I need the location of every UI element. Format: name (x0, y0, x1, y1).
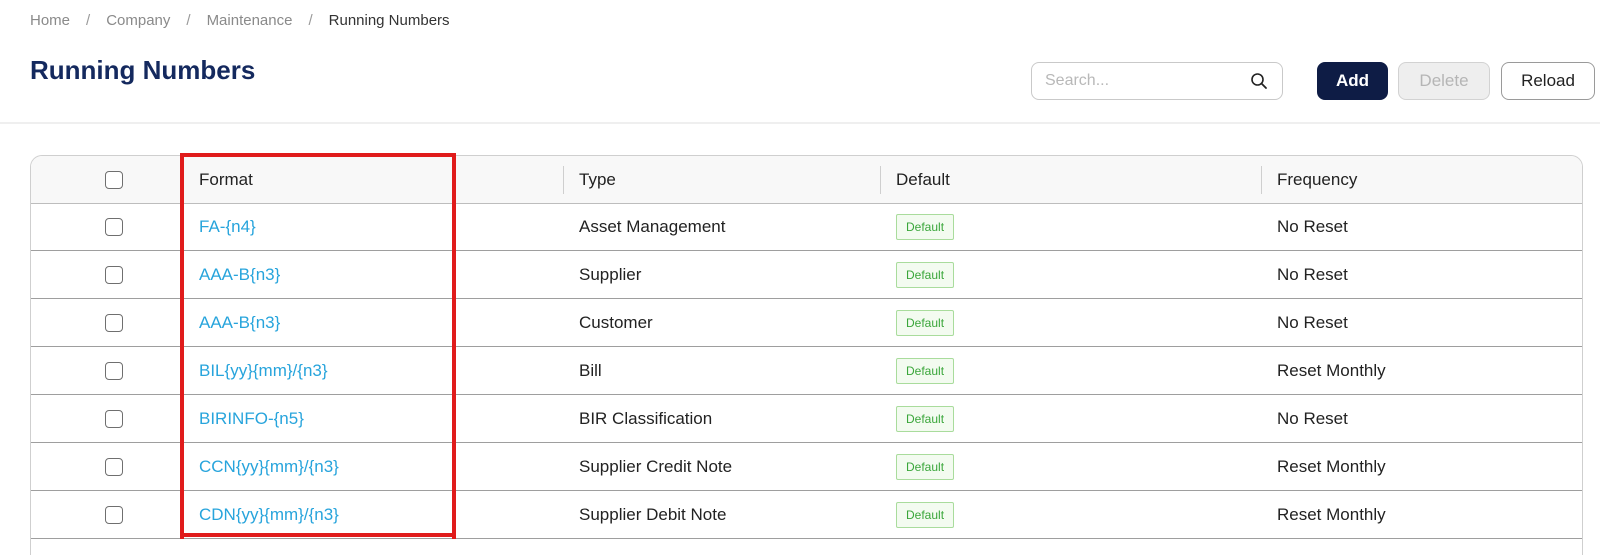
add-button[interactable]: Add (1317, 62, 1388, 100)
row-checkbox[interactable] (105, 457, 123, 476)
search-box[interactable] (1031, 62, 1283, 100)
breadcrumb-separator: / (308, 11, 313, 29)
breadcrumb-separator: / (186, 11, 191, 29)
table-row[interactable]: AAA-B{n3} Customer Default No Reset (31, 299, 1582, 347)
header-divider (0, 122, 1600, 124)
row-select-cell (101, 203, 127, 250)
column-header-frequency-label: Frequency (1277, 169, 1358, 189)
breadcrumb-separator: / (86, 11, 91, 29)
default-cell: Default (896, 347, 1277, 394)
format-cell: AAA-B{n3} (199, 299, 579, 346)
table-row[interactable]: BIL{yy}{mm}/{n3} Bill Default Reset Mont… (31, 347, 1582, 395)
table-header-row: Format Type Default Frequency (31, 156, 1582, 204)
row-checkbox[interactable] (105, 313, 123, 332)
default-badge: Default (896, 309, 955, 336)
row-checkbox[interactable] (105, 361, 123, 380)
delete-button[interactable]: Delete (1398, 62, 1490, 100)
column-header-format[interactable]: Format (199, 156, 579, 203)
row-select-cell (101, 491, 127, 538)
format-cell: AAA-B{n3} (199, 251, 579, 298)
column-header-default-label: Default (896, 169, 950, 189)
breadcrumb-home[interactable]: Home (30, 12, 70, 29)
default-cell: Default (896, 395, 1277, 442)
column-header-format-label: Format (199, 169, 253, 189)
format-cell: BIRINFO-{n5} (199, 395, 579, 442)
format-link[interactable]: CCN{yy}{mm}/{n3} (199, 457, 339, 477)
type-cell: Bill (579, 360, 602, 380)
table-row[interactable]: AAA-B{n3} Supplier Default No Reset (31, 251, 1582, 299)
row-select-cell (101, 299, 127, 346)
table-row[interactable]: CCN{yy}{mm}/{n3} Supplier Credit Note De… (31, 443, 1582, 491)
default-cell: Default (896, 251, 1277, 298)
default-cell: Default (896, 491, 1277, 538)
type-cell: Supplier (579, 264, 642, 284)
table-row[interactable]: BIRINFO-{n5} BIR Classification Default … (31, 395, 1582, 443)
format-cell: FA-{n4} (199, 203, 579, 250)
frequency-cell: Reset Monthly (1277, 456, 1386, 476)
row-checkbox[interactable] (105, 409, 123, 428)
default-badge: Default (896, 357, 955, 384)
table-row[interactable]: CDN{yy}{mm}/{n3} Supplier Debit Note Def… (31, 491, 1582, 539)
breadcrumb-company[interactable]: Company (106, 12, 170, 29)
column-resize-handle[interactable] (880, 166, 881, 194)
format-link[interactable]: CDN{yy}{mm}/{n3} (199, 505, 339, 525)
frequency-cell: Reset Monthly (1277, 504, 1386, 524)
frequency-cell: No Reset (1277, 264, 1348, 284)
format-column-highlight-bottom (180, 533, 456, 537)
type-cell: Customer (579, 312, 653, 332)
format-cell: CCN{yy}{mm}/{n3} (199, 443, 579, 490)
format-cell: BIL{yy}{mm}/{n3} (199, 347, 579, 394)
default-cell: Default (896, 443, 1277, 490)
row-select-cell (101, 347, 127, 394)
breadcrumb-current: Running Numbers (328, 11, 450, 29)
frequency-cell: No Reset (1277, 408, 1348, 428)
default-badge: Default (896, 213, 955, 240)
reload-button[interactable]: Reload (1501, 62, 1595, 100)
select-all-cell (101, 156, 127, 203)
type-cell: BIR Classification (579, 408, 713, 428)
row-checkbox[interactable] (105, 217, 123, 236)
default-cell: Default (896, 203, 1277, 250)
format-link[interactable]: FA-{n4} (199, 217, 256, 237)
column-resize-handle[interactable] (1261, 166, 1262, 194)
format-link[interactable]: BIL{yy}{mm}/{n3} (199, 361, 328, 381)
default-badge: Default (896, 405, 955, 432)
type-cell: Supplier Credit Note (579, 456, 733, 476)
breadcrumb-maintenance[interactable]: Maintenance (207, 12, 293, 29)
default-badge: Default (896, 453, 955, 480)
frequency-cell: No Reset (1277, 216, 1348, 236)
row-select-cell (101, 443, 127, 490)
search-icon[interactable] (1250, 72, 1268, 90)
format-link[interactable]: AAA-B{n3} (199, 265, 280, 285)
row-checkbox[interactable] (105, 265, 123, 284)
default-badge: Default (896, 501, 955, 528)
table-row[interactable]: FA-{n4} Asset Management Default No Rese… (31, 203, 1582, 251)
column-header-frequency[interactable]: Frequency (1277, 156, 1577, 203)
search-input[interactable] (1032, 71, 1247, 91)
format-link[interactable]: AAA-B{n3} (199, 313, 280, 333)
row-select-cell (101, 395, 127, 442)
row-select-cell (101, 251, 127, 298)
column-header-default[interactable]: Default (896, 156, 1277, 203)
column-resize-handle[interactable] (563, 166, 564, 194)
row-checkbox[interactable] (105, 505, 123, 524)
frequency-cell: No Reset (1277, 312, 1348, 332)
select-all-checkbox[interactable] (105, 170, 123, 189)
running-numbers-table: Format Type Default Frequency FA-{n4} As… (30, 155, 1583, 555)
column-header-type-label: Type (579, 169, 616, 189)
column-header-type[interactable]: Type (579, 156, 896, 203)
format-link[interactable]: BIRINFO-{n5} (199, 409, 304, 429)
page-title: Running Numbers (30, 55, 256, 85)
default-badge: Default (896, 261, 955, 288)
type-cell: Supplier Debit Note (579, 504, 727, 524)
breadcrumb: Home / Company / Maintenance / Running N… (30, 10, 450, 30)
type-cell: Asset Management (579, 216, 726, 236)
format-cell: CDN{yy}{mm}/{n3} (199, 491, 579, 538)
default-cell: Default (896, 299, 1277, 346)
frequency-cell: Reset Monthly (1277, 360, 1386, 380)
